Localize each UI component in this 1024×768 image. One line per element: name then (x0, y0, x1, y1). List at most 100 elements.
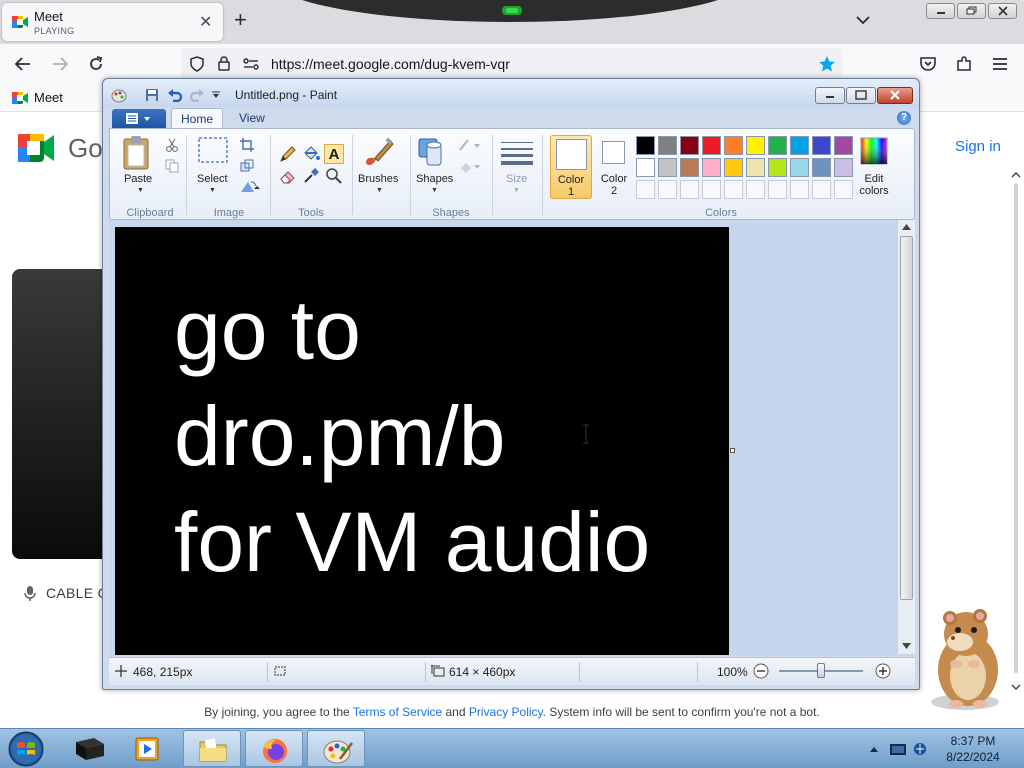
palette-swatch[interactable] (636, 158, 655, 177)
palette-swatch[interactable] (680, 136, 699, 155)
back-arrow-icon[interactable] (14, 55, 32, 73)
lock-icon[interactable] (217, 55, 231, 72)
browser-tab-meet[interactable]: Meet PLAYING ✕ (2, 3, 223, 41)
bookmark-star-icon[interactable] (818, 55, 836, 73)
paint-file-menu-button[interactable] (112, 109, 166, 128)
paste-button[interactable]: Paste (124, 173, 152, 185)
shapes-dropdown-icon[interactable]: ▼ (431, 187, 438, 194)
brushes-button[interactable]: Brushes (358, 173, 398, 185)
canvas-resize-handle[interactable] (730, 448, 735, 453)
palette-swatch[interactable] (680, 158, 699, 177)
palette-custom-swatch[interactable] (834, 180, 853, 199)
microphone-selector[interactable]: CABLE C (24, 585, 108, 601)
palette-swatch[interactable] (702, 158, 721, 177)
palette-swatch[interactable] (768, 136, 787, 155)
palette-custom-swatch[interactable] (768, 180, 787, 199)
palette-custom-swatch[interactable] (812, 180, 831, 199)
redo-icon[interactable] (189, 88, 205, 102)
taskbar-media-player[interactable] (120, 730, 178, 767)
palette-swatch[interactable] (812, 158, 831, 177)
paste-dropdown-icon[interactable]: ▼ (137, 187, 144, 194)
privacy-policy-link[interactable]: Privacy Policy (469, 705, 543, 719)
cut-scissors-icon[interactable] (165, 138, 179, 152)
palette-swatch[interactable] (746, 136, 765, 155)
zoom-in-icon[interactable] (875, 663, 891, 679)
taskbar-clock[interactable]: 8:37 PM 8/22/2024 (938, 733, 1008, 765)
paint-canvas[interactable]: go to dro.pm/b for VM audio (115, 227, 729, 655)
shapes-button[interactable]: Shapes (416, 173, 453, 185)
network-icon[interactable] (914, 743, 926, 755)
extensions-icon[interactable] (955, 55, 973, 73)
list-all-tabs-icon[interactable] (855, 12, 871, 28)
minimize-window-button[interactable] (926, 3, 955, 19)
sign-in-link[interactable]: Sign in (955, 138, 1001, 155)
palette-swatch[interactable] (724, 136, 743, 155)
color2-button[interactable]: Color 2 (594, 135, 634, 199)
scrollbar-thumb[interactable] (900, 236, 913, 600)
page-scrollbar[interactable] (1008, 169, 1024, 709)
url-bar[interactable]: https://meet.google.com/dug-kvem-vqr (181, 48, 842, 80)
rotate-icon[interactable] (240, 179, 262, 193)
taskbar-paint[interactable] (307, 730, 365, 767)
palette-swatch[interactable] (658, 158, 677, 177)
palette-swatch[interactable] (658, 136, 677, 155)
palette-custom-swatch[interactable] (636, 180, 655, 199)
edit-colors-button[interactable]: Edit colors (854, 135, 894, 199)
outline-icon[interactable] (458, 138, 482, 152)
scroll-up-arrow-icon[interactable] (902, 224, 911, 230)
taskbar-file-explorer[interactable] (183, 730, 241, 767)
customize-quick-access-icon[interactable] (211, 91, 221, 99)
palette-custom-swatch[interactable] (790, 180, 809, 199)
reload-icon[interactable] (87, 55, 105, 73)
site-permissions-icon[interactable] (243, 57, 259, 71)
taskbar-terminal[interactable] (60, 730, 118, 767)
magnifier-icon[interactable] (324, 166, 344, 186)
pencil-tool-icon[interactable] (278, 144, 298, 164)
palette-custom-swatch[interactable] (680, 180, 699, 199)
palette-custom-swatch[interactable] (658, 180, 677, 199)
color1-button[interactable]: Color 1 (550, 135, 592, 199)
palette-swatch[interactable] (790, 158, 809, 177)
terms-of-service-link[interactable]: Terms of Service (353, 705, 442, 719)
windows-start-orb-icon[interactable] (6, 730, 46, 768)
palette-swatch[interactable] (834, 158, 853, 177)
zoom-slider-thumb[interactable] (817, 663, 825, 678)
fill-bucket-icon[interactable] (301, 144, 321, 164)
palette-swatch[interactable] (702, 136, 721, 155)
palette-swatch[interactable] (812, 136, 831, 155)
palette-swatch[interactable] (724, 158, 743, 177)
help-icon[interactable]: ? (897, 111, 911, 125)
tab-close-icon[interactable]: ✕ (199, 12, 212, 32)
close-window-button[interactable] (988, 3, 1017, 19)
paint-app-icon[interactable] (111, 87, 127, 103)
size-dropdown-icon[interactable]: ▼ (513, 187, 520, 194)
bookmark-meet[interactable]: Meet (12, 90, 63, 105)
paint-minimize-button[interactable] (815, 87, 845, 104)
forward-arrow-icon[interactable] (51, 55, 69, 73)
tab-view[interactable]: View (239, 111, 265, 125)
palette-swatch[interactable] (834, 136, 853, 155)
tracking-shield-icon[interactable] (189, 56, 205, 72)
pocket-icon[interactable] (919, 55, 937, 73)
eraser-tool-icon[interactable] (278, 166, 298, 186)
restore-window-button[interactable] (957, 3, 986, 19)
paint-close-button[interactable] (877, 87, 913, 104)
taskbar-firefox[interactable] (245, 730, 303, 767)
palette-custom-swatch[interactable] (702, 180, 721, 199)
palette-swatch[interactable] (790, 136, 809, 155)
palette-custom-swatch[interactable] (724, 180, 743, 199)
fill-icon[interactable] (458, 159, 482, 173)
undo-icon[interactable] (167, 88, 183, 102)
scroll-down-arrow-icon[interactable] (902, 643, 911, 649)
zoom-out-icon[interactable] (753, 663, 769, 679)
display-icon[interactable] (890, 744, 906, 755)
new-tab-button[interactable]: + (234, 9, 247, 31)
palette-custom-swatch[interactable] (746, 180, 765, 199)
paint-maximize-button[interactable] (846, 87, 876, 104)
palette-swatch[interactable] (636, 136, 655, 155)
palette-swatch[interactable] (746, 158, 765, 177)
palette-swatch[interactable] (768, 158, 787, 177)
paint-title-bar[interactable]: Untitled.png - Paint (103, 79, 919, 107)
paint-vertical-scrollbar[interactable] (897, 220, 915, 654)
save-icon[interactable] (145, 88, 159, 102)
